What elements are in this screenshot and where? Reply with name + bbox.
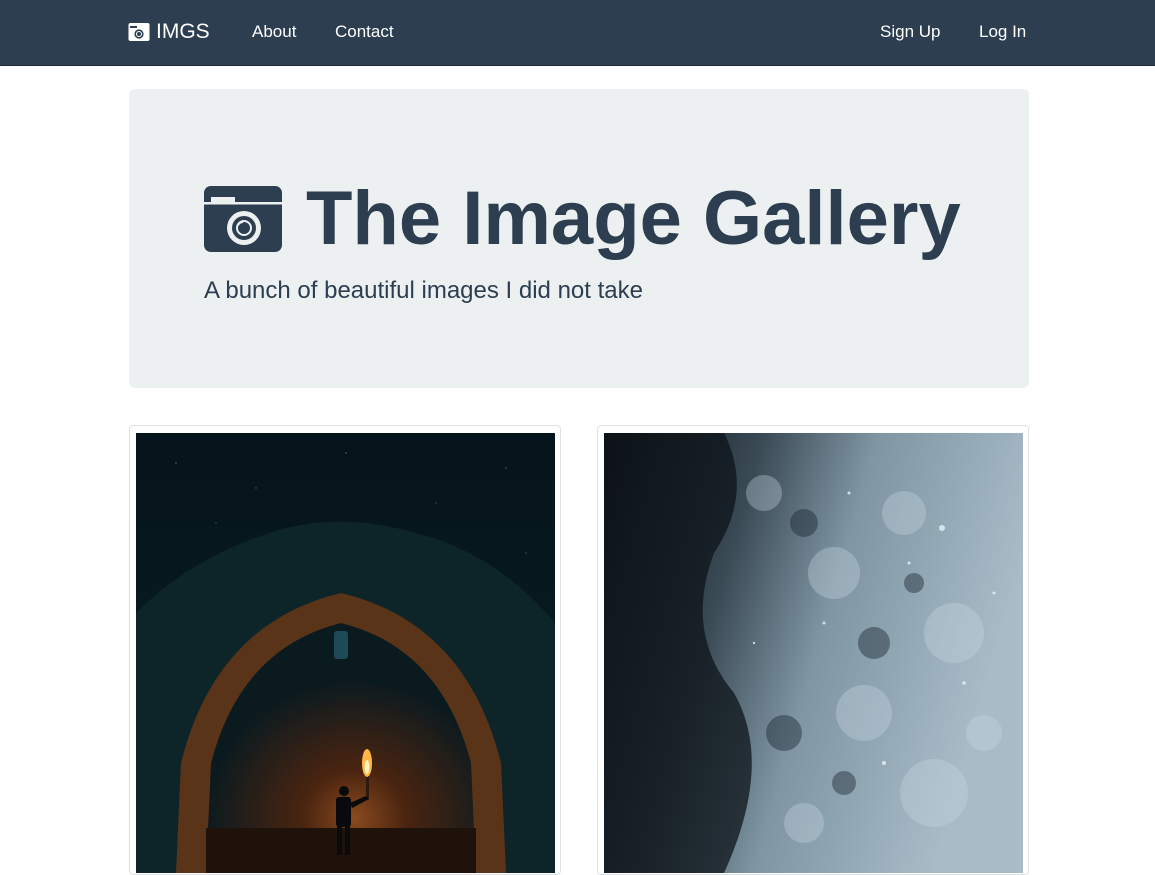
camera-icon	[204, 184, 282, 254]
navbar: IMGS About Contact Sign Up Log In	[0, 0, 1155, 66]
gallery-card[interactable]	[597, 425, 1029, 875]
nav-about[interactable]: About	[252, 21, 296, 43]
page-title: The Image Gallery	[204, 175, 961, 263]
gallery-card[interactable]	[129, 425, 561, 875]
nav-contact[interactable]: Contact	[335, 21, 394, 43]
brand-label: IMGS	[156, 20, 210, 43]
brand-link[interactable]: IMGS	[128, 19, 210, 45]
nav-sign-up[interactable]: Sign Up	[880, 21, 940, 43]
gallery-image-ice-texture[interactable]	[604, 433, 1023, 873]
jumbotron: The Image Gallery A bunch of beautiful i…	[129, 89, 1029, 388]
nav-log-in[interactable]: Log In	[979, 21, 1026, 43]
hero-subtitle: A bunch of beautiful images I did not ta…	[204, 277, 643, 304]
gallery-image-torch-arch[interactable]	[136, 433, 555, 873]
camera-icon	[128, 22, 150, 42]
hero-title-text: The Image Gallery	[306, 176, 961, 261]
